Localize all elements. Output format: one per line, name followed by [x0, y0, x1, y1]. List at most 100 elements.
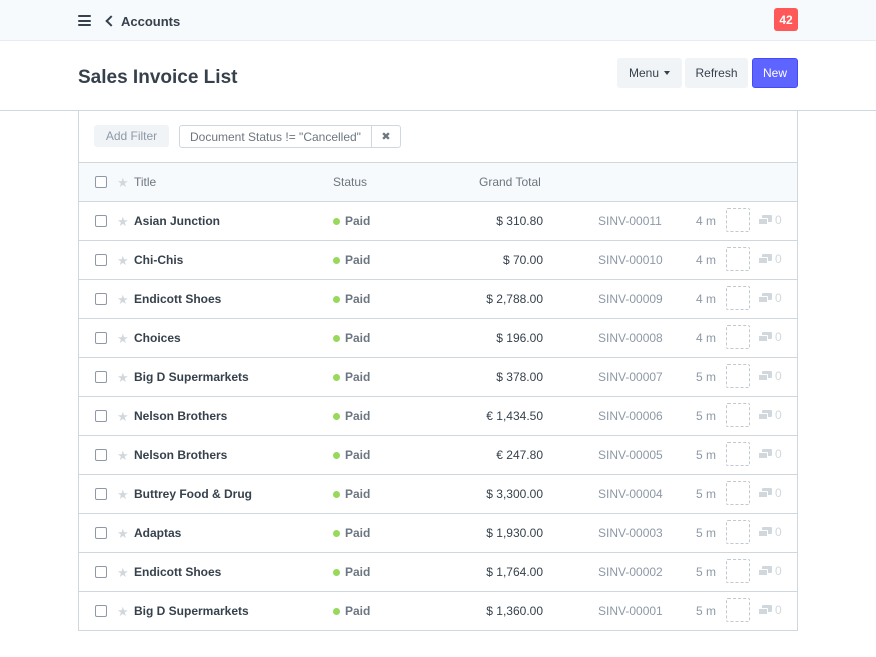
assign-avatar[interactable]	[726, 325, 750, 349]
modified-time: 5 m	[696, 604, 717, 618]
status-label: Paid	[345, 448, 371, 462]
add-filter-button[interactable]: Add Filter	[94, 125, 169, 147]
refresh-button[interactable]: Refresh	[685, 58, 748, 88]
row-checkbox[interactable]	[95, 293, 107, 305]
assign-avatar[interactable]	[726, 403, 750, 427]
star-icon[interactable]: ★	[117, 488, 129, 501]
row-checkbox[interactable]	[95, 605, 107, 617]
list-item[interactable]: ★ Nelson Brothers Paid € 1,434.50 SINV-00006…	[79, 397, 797, 436]
star-icon[interactable]: ★	[117, 527, 129, 540]
row-checkbox[interactable]	[95, 449, 107, 461]
assign-avatar[interactable]	[726, 520, 750, 544]
column-header-status[interactable]: Status	[333, 175, 367, 189]
status-indicator: Paid	[333, 214, 370, 228]
list-header: ★ Title Status Grand Total	[79, 163, 797, 202]
navbar: Accounts 42	[0, 0, 876, 41]
row-title[interactable]: Buttrey Food & Drug	[134, 487, 252, 501]
row-checkbox[interactable]	[95, 488, 107, 500]
comments-icon	[758, 214, 772, 226]
row-title[interactable]: Nelson Brothers	[134, 448, 227, 462]
document-name: SINV-00009	[598, 292, 663, 306]
new-button[interactable]: New	[752, 58, 798, 88]
hamburger-icon[interactable]	[78, 15, 91, 26]
star-icon[interactable]: ★	[117, 410, 129, 423]
assign-avatar[interactable]	[726, 442, 750, 466]
assign-avatar[interactable]	[726, 247, 750, 271]
list-item[interactable]: ★ Buttrey Food & Drug Paid $ 3,300.00 SINV-0…	[79, 475, 797, 514]
list-item[interactable]: ★ Adaptas Paid $ 1,930.00 SINV-00003 5 m 0	[79, 514, 797, 553]
status-indicator: Paid	[333, 370, 370, 384]
status-dot-icon	[333, 373, 340, 381]
list-item[interactable]: ★ Choices Paid $ 196.00 SINV-00008 4 m 0	[79, 319, 797, 358]
status-dot-icon	[333, 256, 340, 264]
status-label: Paid	[345, 292, 371, 306]
list-item[interactable]: ★ Chi-Chis Paid $ 70.00 SINV-00010 4 m 0	[79, 241, 797, 280]
assign-avatar[interactable]	[726, 364, 750, 388]
row-checkbox[interactable]	[95, 527, 107, 539]
list-item[interactable]: ★ Big D Supermarkets Paid $ 378.00 SINV-0000…	[79, 358, 797, 397]
star-icon[interactable]: ★	[117, 293, 129, 306]
list-item[interactable]: ★ Nelson Brothers Paid € 247.80 SINV-00005 5 …	[79, 436, 797, 475]
modified-time: 4 m	[696, 253, 717, 267]
star-icon[interactable]: ★	[117, 254, 129, 267]
row-title[interactable]: Choices	[134, 331, 181, 345]
status-label: Paid	[345, 487, 371, 501]
row-title[interactable]: Adaptas	[134, 526, 181, 540]
column-header-grand-total[interactable]: Grand Total	[479, 175, 541, 189]
grand-total-value: $ 1,930.00	[486, 526, 543, 540]
assign-avatar[interactable]	[726, 481, 750, 505]
star-icon[interactable]: ★	[117, 605, 129, 618]
star-icon[interactable]: ★	[117, 332, 129, 345]
row-checkbox[interactable]	[95, 371, 107, 383]
star-icon[interactable]: ★	[117, 176, 129, 189]
row-title[interactable]: Endicott Shoes	[134, 565, 221, 579]
comment-count: 0	[758, 564, 782, 578]
grand-total-value: $ 70.00	[502, 253, 543, 267]
caret-down-icon	[664, 71, 671, 75]
status-label: Paid	[345, 604, 371, 618]
row-checkbox[interactable]	[95, 332, 107, 344]
star-icon[interactable]: ★	[117, 215, 129, 228]
row-checkbox[interactable]	[95, 215, 107, 227]
comments-icon	[758, 292, 772, 304]
document-name: SINV-00004	[598, 487, 663, 501]
menu-button-label: Menu	[628, 66, 660, 80]
filter-tag-label[interactable]: Document Status != "Cancelled"	[180, 126, 372, 147]
row-title[interactable]: Chi-Chis	[134, 253, 183, 267]
comment-count-label: 0	[775, 369, 782, 383]
list-item[interactable]: ★ Asian Junction Paid $ 310.80 SINV-00011 4 m…	[79, 202, 797, 241]
row-title[interactable]: Big D Supermarkets	[134, 370, 249, 384]
list-panel: Add Filter Document Status != "Cancelled…	[78, 111, 798, 631]
row-title[interactable]: Endicott Shoes	[134, 292, 221, 306]
row-title[interactable]: Asian Junction	[134, 214, 220, 228]
menu-button[interactable]: Menu	[617, 58, 682, 88]
close-icon[interactable]: ✖	[372, 126, 400, 147]
notification-badge[interactable]: 42	[774, 8, 798, 31]
star-icon[interactable]: ★	[117, 371, 129, 384]
select-all-checkbox[interactable]	[95, 176, 107, 188]
chevron-left-icon	[105, 15, 117, 27]
star-icon[interactable]: ★	[117, 449, 129, 462]
star-icon[interactable]: ★	[117, 566, 129, 579]
row-checkbox[interactable]	[95, 410, 107, 422]
list-item[interactable]: ★ Big D Supermarkets Paid $ 1,360.00 SINV-00…	[79, 592, 797, 631]
grand-total-value: $ 196.00	[496, 331, 543, 345]
row-checkbox[interactable]	[95, 254, 107, 266]
back-to-accounts-link[interactable]: Accounts	[104, 12, 180, 30]
list-item[interactable]: ★ Endicott Shoes Paid $ 2,788.00 SINV-00009 4…	[79, 280, 797, 319]
assign-avatar[interactable]	[726, 559, 750, 583]
grand-total-value: $ 3,300.00	[486, 487, 543, 501]
page-head: Sales Invoice List Menu Refresh New	[0, 41, 876, 111]
assign-avatar[interactable]	[726, 598, 750, 622]
assign-avatar[interactable]	[726, 286, 750, 310]
row-title[interactable]: Big D Supermarkets	[134, 604, 249, 618]
row-title[interactable]: Nelson Brothers	[134, 409, 227, 423]
list-item[interactable]: ★ Endicott Shoes Paid $ 1,764.00 SINV-00002 5…	[79, 553, 797, 592]
assign-avatar[interactable]	[726, 208, 750, 232]
comments-icon	[758, 409, 772, 421]
column-header-title[interactable]: Title	[134, 175, 156, 189]
grand-total-value: $ 310.80	[496, 214, 543, 228]
document-name: SINV-00011	[598, 214, 662, 228]
row-checkbox[interactable]	[95, 566, 107, 578]
comment-count: 0	[758, 408, 782, 422]
